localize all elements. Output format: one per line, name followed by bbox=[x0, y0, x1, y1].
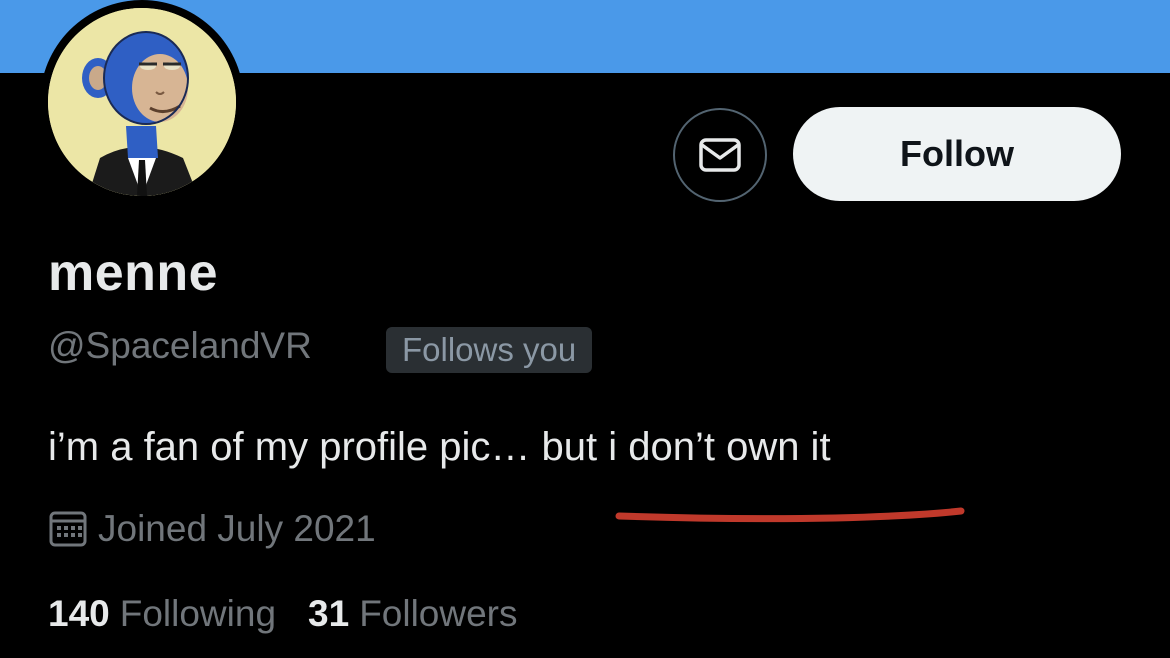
follow-stats: 140 Following 31 Followers bbox=[48, 593, 518, 635]
envelope-icon bbox=[698, 137, 742, 173]
message-button[interactable] bbox=[673, 108, 767, 202]
joined-text: Joined July 2021 bbox=[98, 508, 376, 549]
follows-you-badge: Follows you bbox=[386, 327, 593, 373]
followers-label: Followers bbox=[359, 593, 518, 634]
joined-date: Joined July 2021 bbox=[48, 508, 376, 550]
red-underline-annotation bbox=[615, 507, 965, 523]
avatar[interactable] bbox=[40, 0, 244, 204]
following-label: Following bbox=[119, 593, 277, 634]
follow-button[interactable]: Follow bbox=[793, 107, 1121, 201]
following-link[interactable]: 140 Following bbox=[48, 593, 276, 635]
followers-link[interactable]: 31 Followers bbox=[308, 593, 517, 635]
profile-picture-icon bbox=[48, 8, 236, 196]
user-handle: @SpacelandVR bbox=[48, 325, 312, 366]
calendar-icon bbox=[48, 509, 88, 549]
followers-count: 31 bbox=[308, 593, 350, 634]
following-count: 140 bbox=[48, 593, 110, 634]
profile-bio: i’m a fan of my profile pic… but i don’t… bbox=[48, 425, 831, 469]
display-name: menne bbox=[48, 244, 219, 302]
